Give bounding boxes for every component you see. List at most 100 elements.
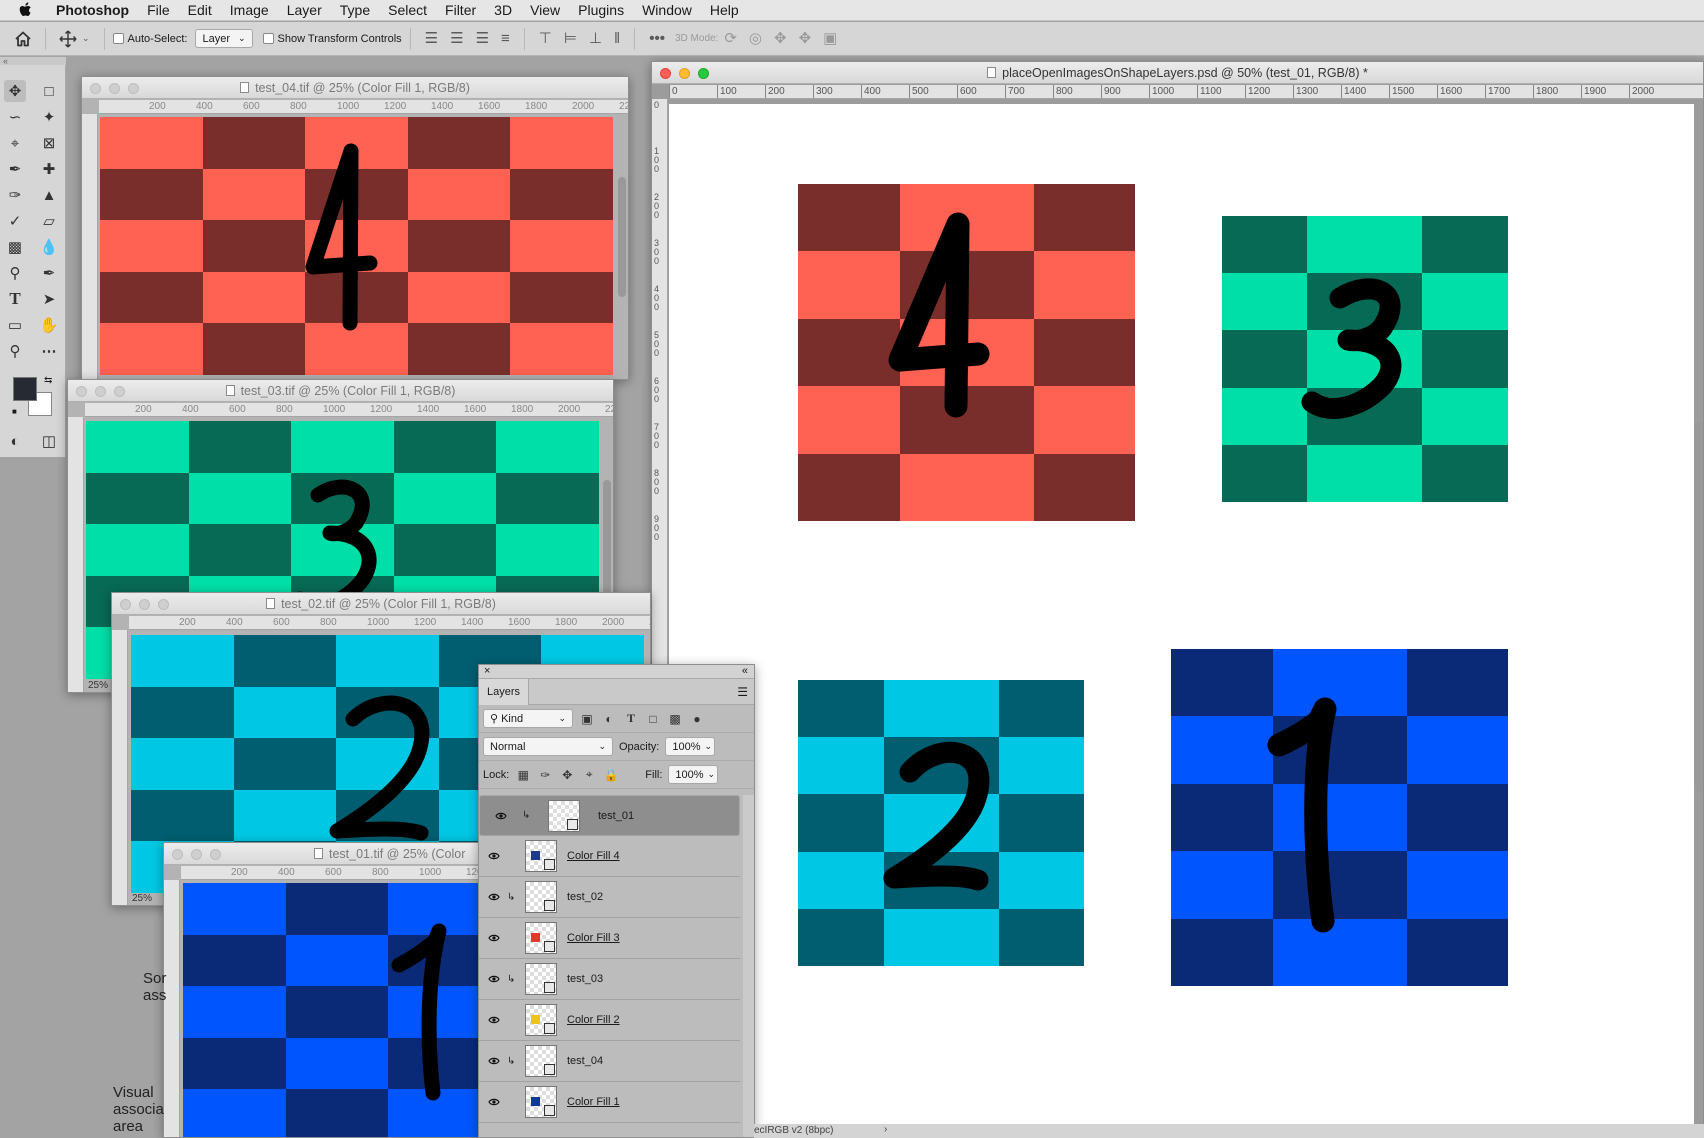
menu-view[interactable]: View — [530, 2, 560, 18]
adjustment-filter-icon[interactable]: ◐ — [601, 712, 617, 726]
test-04-canvas[interactable] — [100, 117, 613, 375]
chevron-down-icon[interactable]: ⌄ — [82, 34, 90, 43]
eye-icon[interactable] — [483, 1054, 505, 1068]
filter-toggle-icon[interactable]: ● — [689, 712, 705, 726]
lock-transparency-icon[interactable]: ▦ — [515, 768, 531, 782]
panel-menu-icon[interactable]: ☰ — [737, 685, 748, 699]
layers-scrollbar[interactable] — [743, 795, 754, 1137]
close-icon[interactable]: × — [484, 665, 490, 677]
pixel-filter-icon[interactable]: ▣ — [579, 712, 595, 726]
align-left-icon[interactable]: ☰ — [425, 31, 438, 46]
3d-slide-icon[interactable]: ✥ — [799, 31, 812, 46]
blur-tool-icon[interactable]: 💧 — [38, 236, 60, 258]
collapse-icon[interactable]: « — [0, 57, 66, 66]
history-brush-tool-icon[interactable]: ✓ — [4, 210, 26, 232]
zoom-button[interactable] — [114, 386, 125, 397]
menu-3d[interactable]: 3D — [494, 2, 512, 18]
stamp-tool-icon[interactable]: ▲ — [38, 184, 60, 206]
align-middle-icon[interactable]: ⊨ — [564, 31, 577, 46]
filter-kind-dropdown[interactable]: ⚲ Kind ⌄ — [483, 709, 573, 728]
eyedropper-tool-icon[interactable]: ✒ — [4, 158, 26, 180]
distribute-icon[interactable]: ≡ — [501, 31, 510, 46]
eye-icon[interactable] — [483, 972, 505, 986]
layer-row-test_01[interactable]: ↳ test_01 — [479, 795, 740, 836]
opacity-field[interactable]: 100% ⌄ — [665, 737, 716, 756]
tab-layers[interactable]: Layers — [479, 679, 529, 705]
menu-help[interactable]: Help — [710, 2, 739, 18]
menu-select[interactable]: Select — [388, 2, 427, 18]
vertical-scrollbar[interactable] — [603, 480, 611, 600]
close-button[interactable] — [76, 386, 87, 397]
menu-type[interactable]: Type — [340, 2, 370, 18]
3d-camera-icon[interactable]: ▣ — [823, 31, 837, 46]
auto-select-dropdown[interactable]: Layer ⌄ — [195, 29, 253, 48]
apple-icon[interactable] — [18, 2, 34, 18]
shape-filter-icon[interactable]: □ — [645, 712, 661, 726]
vertical-scrollbar[interactable] — [618, 177, 626, 297]
type-filter-icon[interactable]: T — [623, 711, 639, 726]
minimize-button[interactable] — [191, 849, 202, 860]
layer-row-color-fill-1[interactable]: Color Fill 1 — [479, 1082, 740, 1123]
menu-edit[interactable]: Edit — [188, 2, 212, 18]
layer-row-color-fill-3[interactable]: Color Fill 3 — [479, 918, 740, 959]
healing-tool-icon[interactable]: ✚ — [38, 158, 60, 180]
zoom-tool-icon[interactable]: ⚲ — [4, 340, 26, 362]
marquee-tool-icon[interactable]: □ — [38, 80, 60, 102]
path-select-tool-icon[interactable]: ➤ — [38, 288, 60, 310]
minimize-button[interactable] — [139, 599, 150, 610]
auto-select-checkbox[interactable] — [112, 33, 124, 44]
3d-roll-icon[interactable]: ◎ — [749, 31, 762, 46]
hand-tool-icon[interactable]: ✋ — [38, 314, 60, 336]
eye-icon[interactable] — [483, 890, 505, 904]
layer-row-test_02[interactable]: ↳ test_02 — [479, 877, 740, 918]
auto-select-toggle[interactable]: Auto-Select: — [112, 33, 187, 45]
eye-icon[interactable] — [483, 1095, 505, 1109]
show-transform-checkbox[interactable] — [262, 33, 274, 44]
vertical-scrollbar[interactable] — [1695, 422, 1703, 792]
fill-field[interactable]: 100% ⌄ — [668, 765, 719, 784]
show-transform-toggle[interactable]: Show Transform Controls — [262, 33, 402, 45]
lasso-tool-icon[interactable]: ∽ — [4, 106, 26, 128]
close-button[interactable] — [90, 83, 101, 94]
zoom-button[interactable] — [698, 68, 709, 79]
gradient-tool-icon[interactable]: ▩ — [4, 236, 26, 258]
eye-icon[interactable] — [490, 809, 512, 823]
quick-mask-icon[interactable]: ◐ — [4, 430, 26, 452]
minimize-button[interactable] — [679, 68, 690, 79]
3d-rotate-icon[interactable]: ⟳ — [724, 31, 737, 46]
minimize-button[interactable] — [109, 83, 120, 94]
brush-tool-icon[interactable]: ✑ — [4, 184, 26, 206]
layer-row-test_03[interactable]: ↳ test_03 — [479, 959, 740, 1000]
menu-app[interactable]: Photoshop — [56, 2, 129, 18]
dodge-tool-icon[interactable]: ⚲ — [4, 262, 26, 284]
default-colors-icon[interactable]: ■ — [12, 407, 17, 416]
chevron-right-icon[interactable]: › — [884, 1124, 887, 1135]
lock-all-icon[interactable]: 🔒 — [603, 768, 619, 782]
zoom-button[interactable] — [128, 83, 139, 94]
layer-row-color-fill-2[interactable]: Color Fill 2 — [479, 1000, 740, 1041]
magic-wand-tool-icon[interactable]: ✦ — [38, 106, 60, 128]
eraser-tool-icon[interactable]: ▱ — [38, 210, 60, 232]
close-button[interactable] — [660, 68, 671, 79]
crop-tool-icon[interactable]: ⌖ — [4, 132, 26, 154]
menu-file[interactable]: File — [147, 2, 170, 18]
more-tools-icon[interactable]: ⋯ — [38, 340, 60, 362]
align-right-icon[interactable]: ☰ — [476, 31, 489, 46]
lock-position-icon[interactable]: ✥ — [559, 768, 575, 782]
minimize-button[interactable] — [95, 386, 106, 397]
layer-row-color-fill-4[interactable]: Color Fill 4 — [479, 836, 740, 877]
lock-pixels-icon[interactable]: ✑ — [537, 768, 553, 782]
align-bottom-icon[interactable]: ⊥ — [589, 31, 602, 46]
align-top-icon[interactable]: ⊤ — [539, 31, 552, 46]
eye-icon[interactable] — [483, 849, 505, 863]
distribute-vertical-icon[interactable]: ‖ — [614, 31, 620, 46]
3d-drag-icon[interactable]: ✥ — [774, 31, 787, 46]
pen-tool-icon[interactable]: ✒ — [38, 262, 60, 284]
layer-row-test_04[interactable]: ↳ test_04 — [479, 1041, 740, 1082]
frame-tool-icon[interactable]: ⊠ — [38, 132, 60, 154]
swap-colors-icon[interactable]: ⇆ — [44, 375, 52, 386]
smart-object-filter-icon[interactable]: ▩ — [667, 712, 683, 726]
type-tool-icon[interactable]: T — [4, 288, 26, 310]
close-button[interactable] — [120, 599, 131, 610]
menu-plugins[interactable]: Plugins — [578, 2, 624, 18]
